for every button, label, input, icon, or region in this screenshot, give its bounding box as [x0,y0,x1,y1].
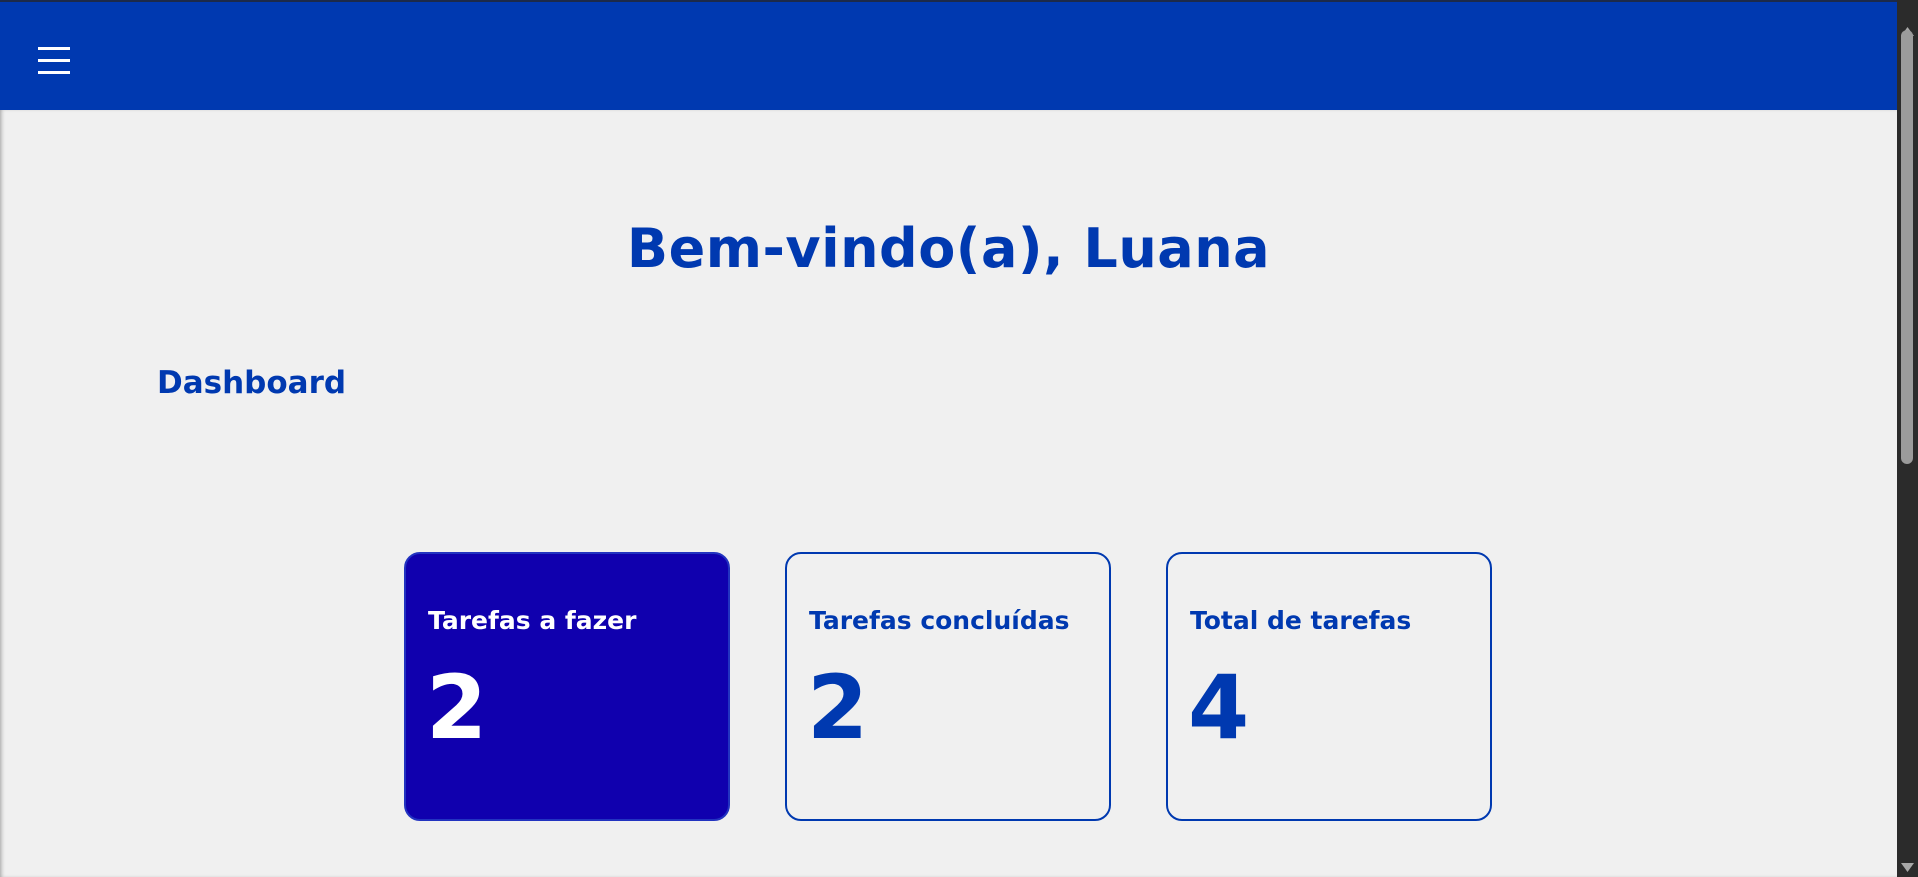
card-label: Tarefas a fazer [428,606,637,635]
welcome-title: Bem-vindo(a), Luana [626,217,1271,280]
scroll-down-button[interactable] [1897,857,1918,877]
top-bar [0,0,1897,110]
hamburger-menu-icon [38,47,70,74]
card-label: Total de tarefas [1190,606,1412,635]
section-title: Dashboard [157,365,347,401]
card-tasks-total[interactable]: Total de tarefas 4 [1166,552,1492,821]
arrow-down-icon [1901,863,1914,872]
vertical-scrollbar[interactable] [1897,0,1918,877]
card-value: 4 [1188,656,1250,759]
card-label: Tarefas concluídas [809,606,1070,635]
scrollbar-thumb[interactable] [1901,30,1913,464]
card-tasks-completed[interactable]: Tarefas concluídas 2 [785,552,1111,821]
main-content: Bem-vindo(a), Luana Dashboard Tarefas a … [0,110,1897,877]
app-window: Bem-vindo(a), Luana Dashboard Tarefas a … [0,0,1918,877]
card-value: 2 [426,656,488,759]
card-value: 2 [807,656,869,759]
menu-button[interactable] [38,46,82,82]
card-tasks-todo[interactable]: Tarefas a fazer 2 [404,552,730,821]
